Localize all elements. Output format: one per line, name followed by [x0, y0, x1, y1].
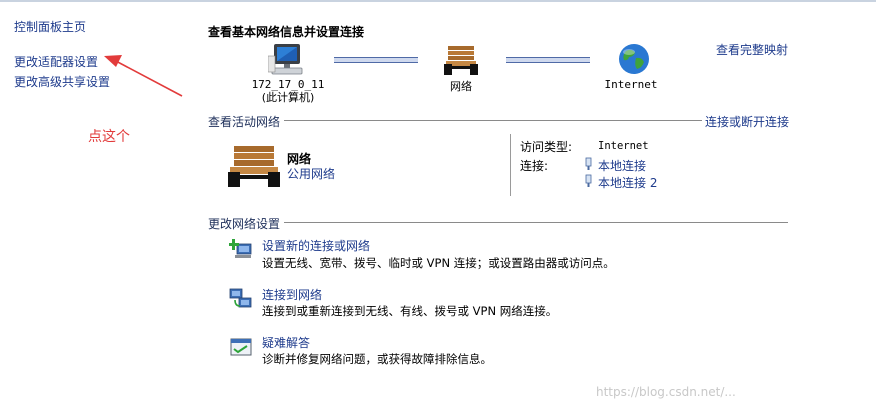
access-type-label: 访问类型:: [520, 140, 573, 154]
task-new-connection-desc: 设置无线、宽带、拨号、临时或 VPN 连接；或设置路由器或访问点。: [262, 256, 615, 270]
connections-label: 连接:: [520, 159, 549, 173]
task-troubleshoot-link[interactable]: 疑难解答: [262, 334, 310, 351]
local-connection-2-link[interactable]: 本地连接 2: [598, 174, 657, 191]
task-troubleshoot-desc: 诊断并修复网络问题，或获得故障排除信息。: [262, 352, 492, 366]
network-label: 网络: [450, 80, 472, 93]
internet-label: Internet: [604, 78, 658, 91]
network-type-link[interactable]: 公用网络: [287, 165, 335, 182]
active-networks-divider: [208, 120, 788, 121]
change-settings-title: 更改网络设置: [208, 215, 285, 232]
sidebar-home-link[interactable]: 控制面板主页: [14, 18, 86, 35]
active-networks-title: 查看活动网络: [208, 113, 285, 130]
new-connection-icon[interactable]: [229, 238, 253, 262]
active-network-separator: [510, 134, 511, 196]
computer-icon[interactable]: [268, 42, 308, 76]
task-new-connection-link[interactable]: 设置新的连接或网络: [262, 237, 370, 254]
task-connect-network-link[interactable]: 连接到网络: [262, 286, 322, 303]
connection-line-1: [334, 57, 418, 63]
view-full-map-link[interactable]: 查看完整映射: [716, 41, 788, 58]
adapter-icon: [585, 157, 592, 170]
adapter-icon: [585, 174, 592, 187]
sidebar-item-advanced-sharing[interactable]: 更改高级共享设置: [14, 73, 110, 90]
access-type-value: Internet: [598, 140, 649, 152]
internet-globe-icon[interactable]: [617, 42, 651, 76]
task-connect-network-desc: 连接到或重新连接到无线、有线、拨号或 VPN 网络连接。: [262, 304, 558, 318]
computer-sub-label: (此计算机): [261, 91, 315, 104]
network-bench-icon[interactable]: [444, 44, 478, 76]
page-title: 查看基本网络信息并设置连接: [208, 25, 365, 39]
connect-disconnect-link[interactable]: 连接或断开连接: [702, 113, 790, 130]
connect-network-icon[interactable]: [229, 287, 253, 311]
troubleshoot-icon[interactable]: [229, 336, 253, 360]
watermark-text: https://blog.csdn.net/...: [596, 385, 736, 399]
annotation-arrow: [104, 55, 183, 97]
change-settings-divider: [208, 222, 788, 223]
active-network-bench-icon[interactable]: [228, 144, 280, 188]
sidebar-item-adapter-settings[interactable]: 更改适配器设置: [14, 53, 98, 70]
window-top-border: [0, 0, 876, 2]
local-connection-link[interactable]: 本地连接: [598, 157, 646, 174]
annotation-text: 点这个: [88, 129, 130, 145]
connection-line-2: [506, 57, 590, 63]
